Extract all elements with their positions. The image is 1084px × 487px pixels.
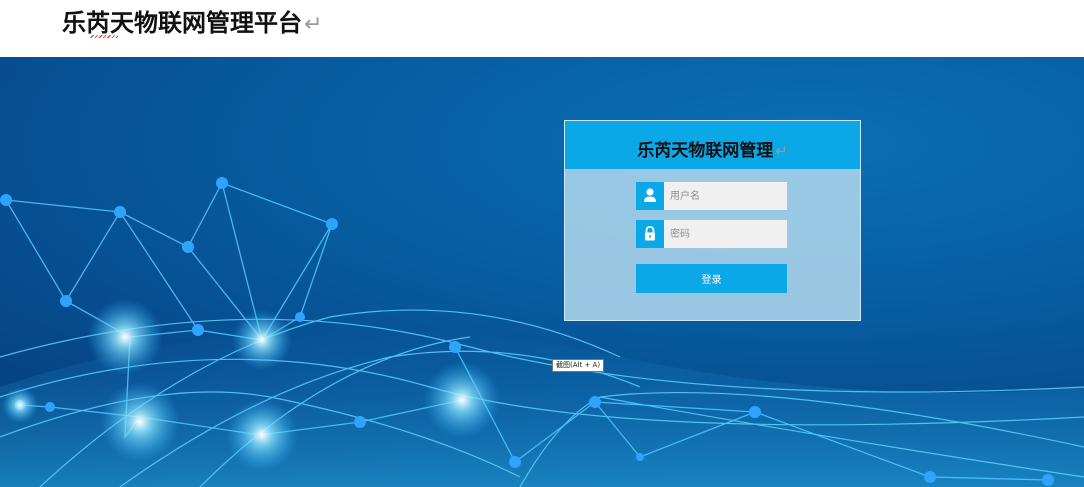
- document-heading: 乐芮天物联网管理平台↵: [62, 4, 322, 42]
- document-heading-text: 乐芮天物联网管理平台: [62, 9, 302, 37]
- login-panel: 乐芮天物联网管理↵ 登录: [564, 120, 861, 321]
- network-graphic: [0, 177, 1084, 487]
- password-field: [636, 220, 787, 248]
- login-background: 乐芮天物联网管理↵ 登录 截图(Alt + A): [0, 57, 1084, 487]
- login-title: 乐芮天物联网管理 ↵: [565, 121, 860, 169]
- password-input[interactable]: [664, 220, 787, 248]
- screenshot-tooltip: 截图(Alt + A): [552, 359, 605, 372]
- user-icon: [636, 182, 664, 210]
- login-panel-header: 乐芮天物联网管理 ↵: [565, 121, 860, 169]
- paragraph-mark: ↵: [304, 12, 323, 37]
- lock-icon: [636, 220, 664, 248]
- username-field: [636, 182, 787, 210]
- login-title-text: 乐芮天物联网管理: [637, 141, 774, 161]
- login-title-paragraph-mark: ↵: [775, 142, 788, 160]
- spellcheck-underline: [90, 35, 118, 38]
- login-button[interactable]: 登录: [636, 264, 787, 293]
- username-input[interactable]: [664, 182, 787, 210]
